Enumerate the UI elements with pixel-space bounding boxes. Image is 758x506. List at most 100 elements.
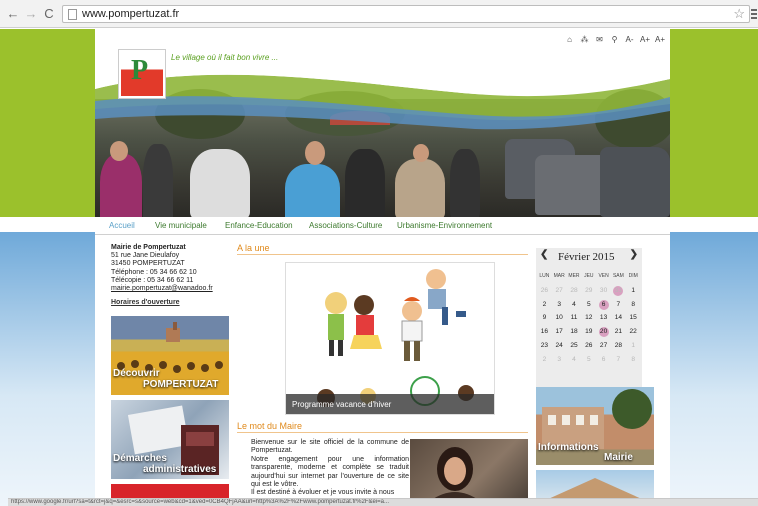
calendar-day-number: 11 (570, 314, 578, 322)
page-icon (68, 9, 77, 20)
calendar-day[interactable]: 4 (567, 298, 582, 312)
calendar-month: Février 2015 (558, 251, 615, 263)
calendar-day[interactable]: 2 (537, 353, 552, 367)
calendar-day-number: 16 (540, 328, 549, 336)
calendar-day-number: 21 (614, 328, 623, 336)
calendar-day[interactable]: 26 (581, 339, 596, 353)
calendar-day[interactable]: 23 (537, 339, 552, 353)
calendar-day[interactable]: 17 (552, 325, 567, 339)
calendar-day[interactable]: 19 (581, 325, 596, 339)
calendar-day[interactable]: 8 (626, 298, 641, 312)
calendar-day[interactable]: 8 (626, 353, 641, 367)
calendar-day-event[interactable]: 20 (596, 325, 611, 339)
calendar-day[interactable]: 25 (567, 339, 582, 353)
calendar-day-number: 1 (631, 341, 636, 349)
calendar-day-event[interactable]: 31 (611, 284, 626, 298)
une-slideshow[interactable]: Programme vacance d'hiver (285, 262, 495, 415)
font-largest-icon[interactable]: A+ (655, 35, 665, 44)
calendar-day[interactable]: 4 (567, 353, 582, 367)
nav-enfance-education[interactable]: Enfance-Education (225, 221, 293, 230)
calendar-day[interactable]: 15 (626, 311, 641, 325)
calendar-day[interactable]: 1 (626, 339, 641, 353)
calendar-day[interactable]: 10 (552, 311, 567, 325)
nav-vie-municipale[interactable]: Vie municipale (155, 221, 207, 230)
calendar-day[interactable]: 7 (611, 298, 626, 312)
calendar-day[interactable]: 3 (552, 353, 567, 367)
calendar-day[interactable]: 28 (611, 339, 626, 353)
calendar-day[interactable]: 12 (581, 311, 596, 325)
calendar-day[interactable]: 6 (596, 353, 611, 367)
calendar-day[interactable]: 16 (537, 325, 552, 339)
status-bar-url: https://www.google.fr/url?sa=t&rct=j&q=&… (8, 498, 758, 506)
font-larger-icon[interactable]: A+ (640, 35, 650, 44)
calendar-dow-row: LUN MAR MER JEU VEN SAM DIM (537, 270, 641, 284)
hours-link[interactable]: Horaires d'ouverture (111, 299, 231, 306)
promo-decouvrir-line2: POMPERTUZAT (143, 379, 219, 390)
calendar-day-number: 28 (614, 341, 623, 349)
calendar-dow: VEN (598, 273, 609, 279)
calendar-day-number: 25 (570, 341, 578, 349)
calendar-day-number: 5 (586, 355, 591, 363)
site-container: P Le village où il fait bon vivre ... ⌂ … (95, 29, 670, 506)
calendar-day[interactable]: 29 (581, 284, 596, 298)
reload-icon[interactable]: C (42, 7, 56, 21)
calendar-dow: DIM (628, 273, 638, 279)
calendar-day-event[interactable]: 6 (596, 298, 611, 312)
sitemap-icon[interactable]: ⁂ (580, 35, 589, 44)
home-icon[interactable]: ⌂ (565, 35, 574, 44)
address-bar[interactable]: www.pompertuzat.fr ☆ (62, 5, 750, 23)
calendar-day-number: 17 (555, 328, 563, 336)
bookmark-star-icon[interactable]: ☆ (733, 6, 745, 22)
promo-demarches[interactable]: Démarches administratives (111, 400, 229, 479)
calendar-day[interactable]: 26 (537, 284, 552, 298)
calendar-next-icon[interactable]: ❯ (630, 249, 638, 260)
browser-menu-icon[interactable] (751, 9, 757, 19)
header-wave (95, 49, 670, 130)
calendar-day[interactable]: 7 (611, 353, 626, 367)
nav-associations-culture[interactable]: Associations-Culture (309, 221, 382, 230)
calendar-day[interactable]: 27 (596, 339, 611, 353)
calendar-day[interactable]: 21 (611, 325, 626, 339)
calendar-day-number: 6 (601, 300, 606, 308)
calendar-day[interactable]: 30 (596, 284, 611, 298)
promo-demarches-line2: administratives (143, 464, 217, 475)
calendar-day[interactable]: 5 (581, 298, 596, 312)
une-title: A la une (237, 243, 528, 255)
slide-caption: Programme vacance d'hiver (286, 394, 494, 414)
search-icon[interactable]: ⚲ (610, 35, 619, 44)
calendar-day[interactable]: 13 (596, 311, 611, 325)
calendar-grid: LUN MAR MER JEU VEN SAM DIM 26 27 28 29 30 31 1 2 3 4 5 6 7… (537, 270, 641, 367)
calendar-week: 26 27 28 29 30 31 1 (537, 284, 641, 298)
calendar-day[interactable]: 3 (552, 298, 567, 312)
nav-urbanisme-environnement[interactable]: Urbanisme-Environnement (397, 221, 492, 230)
site-logo[interactable]: P (118, 49, 166, 99)
promo-decouvrir[interactable]: Découvrir POMPERTUZAT (111, 316, 229, 395)
calendar-week: 9 10 11 12 13 14 15 (537, 311, 641, 325)
calendar-day[interactable]: 2 (537, 298, 552, 312)
calendar-day[interactable]: 24 (552, 339, 567, 353)
calendar-day[interactable]: 27 (552, 284, 567, 298)
contact-fax: Télécopie : 05 34 66 62 11 (111, 276, 194, 284)
calendar-day[interactable]: 1 (626, 284, 641, 298)
contact-email-link[interactable]: mairie.pompertuzat@wanadoo.fr (111, 285, 231, 293)
calendar-day-number: 8 (631, 300, 636, 308)
info-mairie-image[interactable]: Informations Mairie (536, 387, 654, 465)
calendar-day-number: 19 (585, 328, 593, 336)
contact-city: 31450 POMPERTUZAT (111, 260, 185, 268)
mail-icon[interactable]: ✉ (595, 35, 604, 44)
calendar-day[interactable]: 9 (537, 311, 552, 325)
calendar-day[interactable]: 14 (611, 311, 626, 325)
forward-icon[interactable]: → (24, 7, 38, 21)
url-text[interactable]: www.pompertuzat.fr (82, 8, 179, 20)
nav-accueil[interactable]: Accueil (109, 221, 135, 230)
calendar-day[interactable]: 22 (626, 325, 641, 339)
font-smaller-icon[interactable]: A- (625, 35, 634, 44)
calendar-day-number: 28 (570, 286, 578, 294)
calendar-day[interactable]: 28 (567, 284, 582, 298)
calendar-day[interactable]: 18 (567, 325, 582, 339)
calendar-day[interactable]: 11 (567, 311, 582, 325)
calendar-day-number: 18 (570, 328, 578, 336)
back-icon[interactable]: ← (6, 7, 20, 21)
calendar-prev-icon[interactable]: ❮ (540, 249, 548, 260)
calendar-day[interactable]: 5 (581, 353, 596, 367)
